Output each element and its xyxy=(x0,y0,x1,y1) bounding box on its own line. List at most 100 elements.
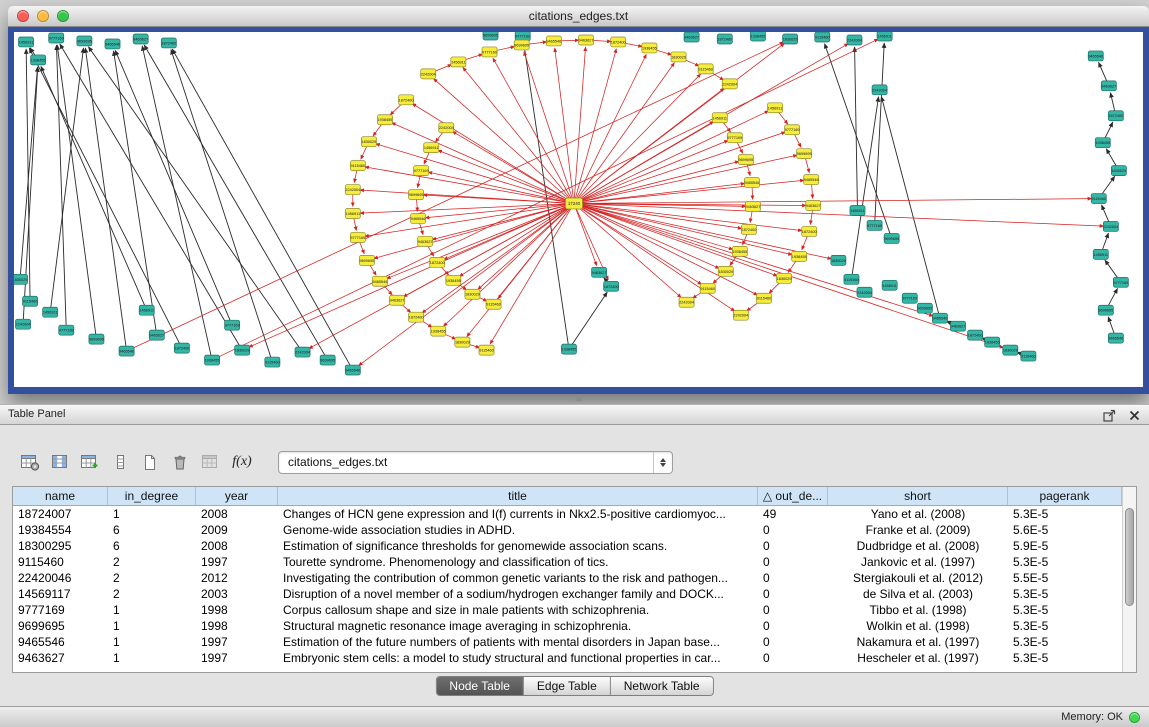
cell-pagerank[interactable]: 5.3E-5 xyxy=(1008,618,1122,634)
import-table-button[interactable] xyxy=(196,448,224,476)
cell-in_degree[interactable]: 6 xyxy=(108,538,196,554)
graph-node[interactable]: 9777169 xyxy=(59,325,74,335)
graph-node[interactable]: 9115460 xyxy=(1021,351,1036,361)
graph-edge[interactable] xyxy=(574,161,739,203)
graph-node[interactable]: 9777169 xyxy=(49,33,64,43)
cell-short[interactable]: Stergiakouli et al. (2012) xyxy=(828,570,1008,586)
graph-node[interactable]: 9463627 xyxy=(389,295,404,305)
graph-node[interactable]: 9463627 xyxy=(745,202,760,212)
table-row[interactable]: 969969511998Structural magnetic resonanc… xyxy=(13,618,1122,634)
network-view[interactable]: 1456911977716996996959465546946362718724… xyxy=(14,32,1143,387)
table-row[interactable]: 977716911998Corpus callosum shape and si… xyxy=(13,602,1122,618)
column-header-title[interactable]: title xyxy=(278,487,758,505)
table-row[interactable]: 1830029562008Estimation of significance … xyxy=(13,538,1122,554)
export-table-button[interactable] xyxy=(76,448,104,476)
graph-node[interactable]: 1872400 xyxy=(409,312,424,322)
graph-node[interactable]: 1938455 xyxy=(642,43,657,53)
cell-out_degree[interactable]: 0 xyxy=(758,634,828,650)
cell-year[interactable]: 2008 xyxy=(196,506,278,522)
graph-node[interactable]: 9699695 xyxy=(738,155,753,165)
graph-node[interactable]: 9115460 xyxy=(756,293,771,303)
cell-short[interactable]: Nakamura et al. (1997) xyxy=(828,634,1008,650)
graph-node[interactable]: 9463627 xyxy=(806,201,821,211)
cell-pagerank[interactable]: 5.3E-5 xyxy=(1008,602,1122,618)
graph-edge[interactable] xyxy=(574,54,646,203)
cell-name[interactable]: 9115460 xyxy=(13,554,108,570)
cell-year[interactable]: 2003 xyxy=(196,586,278,602)
graph-node[interactable]: 9465546 xyxy=(546,36,561,46)
graph-edge[interactable] xyxy=(56,45,66,330)
graph-node[interactable]: 9699695 xyxy=(917,303,932,313)
cell-pagerank[interactable]: 5.3E-5 xyxy=(1008,586,1122,602)
graph-node[interactable]: 9115460 xyxy=(265,357,280,367)
graph-node[interactable]: 9465546 xyxy=(119,346,134,356)
graph-node[interactable]: 9463627 xyxy=(418,236,433,246)
graph-node[interactable]: 1830029 xyxy=(671,52,686,62)
table-row[interactable]: 1872400712008Changes of HCN gene express… xyxy=(13,506,1122,522)
graph-edge[interactable] xyxy=(574,204,681,298)
graph-node[interactable]: 1830029 xyxy=(361,137,376,147)
cell-short[interactable]: Franke et al. (2009) xyxy=(828,522,1008,538)
table-row[interactable]: 911546021997Tourette syndrome. Phenomeno… xyxy=(13,554,1122,570)
graph-node[interactable]: 9115460 xyxy=(700,283,715,293)
graph-edge[interactable] xyxy=(574,204,719,269)
graph-edge[interactable] xyxy=(855,47,858,211)
graph-node[interactable]: 1872400 xyxy=(802,226,817,236)
graph-node[interactable]: 9115460 xyxy=(23,296,38,306)
graph-edge[interactable] xyxy=(172,49,353,370)
cell-title[interactable]: Estimation of significance thresholds fo… xyxy=(278,538,758,554)
cell-short[interactable]: Wolkin et al. (1998) xyxy=(828,618,1008,634)
graph-edge[interactable] xyxy=(555,48,574,204)
create-column-button[interactable] xyxy=(136,448,164,476)
graph-edge[interactable] xyxy=(574,74,701,204)
graph-node[interactable]: 9463627 xyxy=(950,321,965,331)
cell-name[interactable]: 18300295 xyxy=(13,538,108,554)
graph-node[interactable]: 2242004 xyxy=(439,123,454,133)
cell-out_degree[interactable]: 0 xyxy=(758,538,828,554)
graph-node[interactable]: 9465546 xyxy=(744,178,759,188)
cell-short[interactable]: Dudbridge et al. (2008) xyxy=(828,538,1008,554)
graph-edge[interactable] xyxy=(574,204,1104,227)
cell-out_degree[interactable]: 0 xyxy=(758,570,828,586)
graph-edge[interactable] xyxy=(60,44,242,350)
graph-node[interactable]: 1938455 xyxy=(792,251,807,261)
graph-node[interactable]: 9115460 xyxy=(486,299,501,309)
graph-node[interactable]: 9777169 xyxy=(225,320,240,330)
cell-title[interactable]: Disruption of a novel member of a sodium… xyxy=(278,586,758,602)
graph-node[interactable]: 9115460 xyxy=(698,64,713,74)
cell-year[interactable]: 1997 xyxy=(196,650,278,666)
column-header-year[interactable]: year xyxy=(196,487,278,505)
cell-title[interactable]: Estimation of the future numbers of pati… xyxy=(278,634,758,650)
graph-node[interactable]: 9777169 xyxy=(414,166,429,176)
graph-edge[interactable] xyxy=(144,45,327,360)
cell-name[interactable]: 9465546 xyxy=(13,634,108,650)
network-window-titlebar[interactable]: citations_edges.txt xyxy=(8,6,1149,27)
graph-edge[interactable] xyxy=(574,155,797,203)
graph-node[interactable]: 1872400 xyxy=(1108,111,1123,121)
cell-out_degree[interactable]: 49 xyxy=(758,506,828,522)
table-row[interactable]: 946362711997Embryonic stem cells: a mode… xyxy=(13,650,1122,666)
graph-edge[interactable] xyxy=(875,43,885,225)
column-header-name[interactable]: name xyxy=(13,487,108,505)
cell-short[interactable]: Yano et al. (2008) xyxy=(828,506,1008,522)
graph-node[interactable]: 9699695 xyxy=(359,255,374,265)
tab-network-table[interactable]: Network Table xyxy=(611,677,713,695)
graph-node[interactable]: 1456911 xyxy=(850,206,865,216)
graph-node[interactable]: 2242004 xyxy=(733,310,748,320)
graph-node[interactable]: 2242004 xyxy=(722,79,737,89)
graph-edge[interactable] xyxy=(574,140,728,203)
graph-node[interactable]: 1830029 xyxy=(455,337,470,347)
graph-edge[interactable] xyxy=(574,47,586,204)
graph-node[interactable]: 1830029 xyxy=(1003,345,1018,355)
graph-node[interactable]: 2242004 xyxy=(295,347,310,357)
graph-node[interactable]: 9465546 xyxy=(372,276,387,286)
graph-node[interactable]: 9463627 xyxy=(1101,81,1116,91)
table-row[interactable]: 2242004622012Investigating the contribut… xyxy=(13,570,1122,586)
graph-edge[interactable] xyxy=(443,204,574,327)
graph-node[interactable]: 1456911 xyxy=(451,57,466,67)
graph-node[interactable]: 1938455 xyxy=(431,326,446,336)
graph-node[interactable]: 1938455 xyxy=(205,355,220,365)
graph-node[interactable]: 9699695 xyxy=(77,36,92,46)
graph-node[interactable]: 9777169 xyxy=(350,232,365,242)
cell-out_degree[interactable]: 0 xyxy=(758,586,828,602)
